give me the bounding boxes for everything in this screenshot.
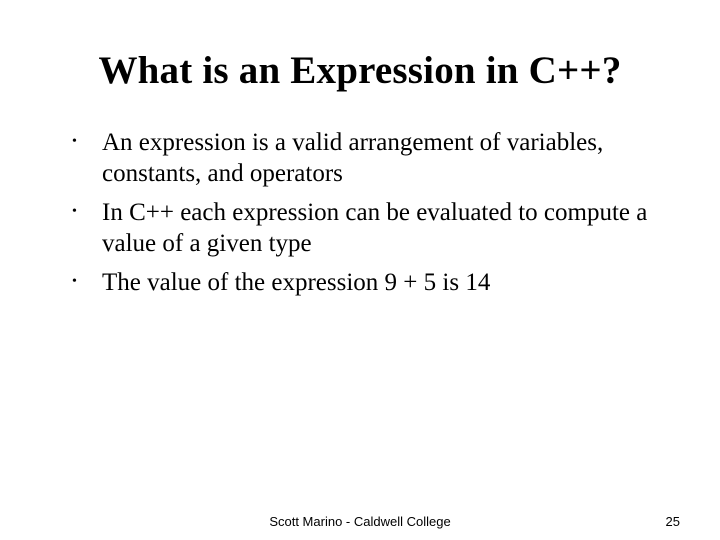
bullet-text: In C++ each expression can be evaluated … <box>102 197 664 259</box>
bullet-text: The value of the expression 9 + 5 is 14 <box>102 267 664 298</box>
list-item: • The value of the expression 9 + 5 is 1… <box>68 267 664 298</box>
slide-title: What is an Expression in C++? <box>56 48 664 93</box>
bullet-icon: • <box>68 267 102 297</box>
footer-author: Scott Marino - Caldwell College <box>269 514 450 529</box>
bullet-list: • An expression is a valid arrangement o… <box>56 127 664 306</box>
slide: What is an Expression in C++? • An expre… <box>0 0 720 540</box>
bullet-icon: • <box>68 197 102 227</box>
page-number: 25 <box>666 514 680 529</box>
bullet-icon: • <box>68 127 102 157</box>
list-item: • In C++ each expression can be evaluate… <box>68 197 664 259</box>
bullet-text: An expression is a valid arrangement of … <box>102 127 664 189</box>
list-item: • An expression is a valid arrangement o… <box>68 127 664 189</box>
